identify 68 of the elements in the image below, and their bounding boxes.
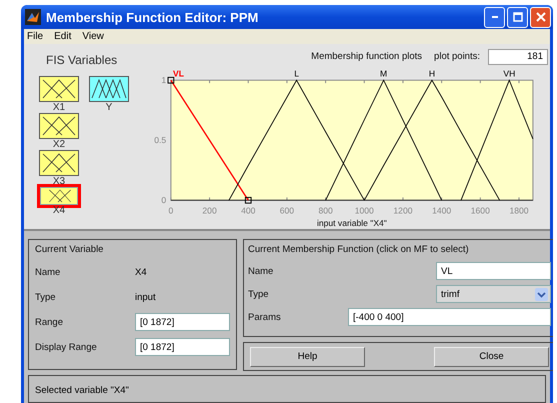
x-tick-label: 1200 <box>393 206 412 216</box>
x-tick-label: 1600 <box>470 206 490 216</box>
variable-type: input <box>135 292 156 302</box>
panel-heading: Current Membership Function (click on MF to select) <box>248 244 470 255</box>
vertex-handle[interactable] <box>168 77 174 84</box>
mf-name-label[interactable]: H <box>428 68 436 79</box>
panel-heading: Current Variable <box>35 244 104 255</box>
variable-button[interactable] <box>89 76 129 102</box>
variable-button[interactable] <box>40 187 78 205</box>
x-tick-label: 800 <box>318 206 333 216</box>
dialog-button[interactable]: Help <box>250 346 365 366</box>
menu-item[interactable]: File <box>27 31 44 42</box>
fis-variables-heading: FIS Variables <box>46 53 118 67</box>
x-tick-label: 1000 <box>354 206 374 216</box>
chart-title: Membership function plots <box>311 51 422 62</box>
plot-points-label: plot points: <box>434 51 480 62</box>
field-label: Params <box>248 312 282 322</box>
params-field[interactable]: [-400 0 400] <box>348 308 551 326</box>
mf-name-label[interactable]: M <box>380 68 388 79</box>
field-label: Name <box>35 266 62 278</box>
mf-name-field[interactable]: VL <box>436 262 551 280</box>
mf-name-label[interactable]: VH <box>503 68 516 79</box>
y-tick-label: 0 <box>161 195 166 206</box>
field-label: Type <box>248 288 270 300</box>
maximize-button[interactable] <box>507 6 528 28</box>
close-button[interactable] <box>530 6 551 28</box>
x-tick-label: 1800 <box>509 206 529 216</box>
dialog-button[interactable]: Close <box>434 346 549 366</box>
variable-button[interactable] <box>39 113 79 139</box>
menu-item[interactable]: Edit <box>54 31 72 42</box>
app-logo-icon <box>25 9 41 26</box>
membership-curve[interactable] <box>460 79 534 201</box>
mf-name-label[interactable]: L <box>294 68 299 79</box>
x-tick-label: 600 <box>280 206 294 216</box>
field-label: Display Range <box>35 342 98 352</box>
vertex-handle[interactable] <box>244 197 252 204</box>
mf-type-dropdown[interactable]: trimf <box>436 285 551 303</box>
variable-button[interactable] <box>39 150 79 176</box>
variable-name: X4 <box>135 266 147 278</box>
variable-label: Y <box>106 102 112 113</box>
menu-item[interactable]: View <box>82 31 104 42</box>
field-label: Type <box>35 292 57 302</box>
variable-label: X1 <box>52 102 66 113</box>
y-tick-label: 1 <box>161 75 166 86</box>
window-title: Membership Function Editor: PPM <box>46 10 260 25</box>
x-tick-label: 400 <box>241 206 256 216</box>
x-axis-label: input variable "X4" <box>316 218 387 228</box>
membership-curve[interactable] <box>325 79 442 201</box>
y-tick-label: 0.5 <box>154 135 166 146</box>
plot-points-field[interactable]: 181 <box>488 48 548 65</box>
range-field[interactable]: [0 1872] <box>135 313 230 331</box>
display-range-field[interactable]: [0 1872] <box>135 338 230 356</box>
maximize-icon <box>512 12 522 22</box>
close-icon <box>536 12 546 22</box>
status-message: Selected variable "X4" <box>35 385 129 396</box>
field-label: Range <box>35 316 64 328</box>
x-tick-label: 200 <box>202 206 217 216</box>
x-tick-label: 0 <box>168 206 174 216</box>
field-label: Name <box>248 266 274 276</box>
variable-button[interactable] <box>39 76 79 102</box>
variable-label: X3 <box>52 176 66 187</box>
x-tick-label: 1400 <box>432 206 452 216</box>
variable-label: X4 <box>52 205 66 216</box>
variable-label: X2 <box>52 139 66 150</box>
minimize-button[interactable] <box>484 6 505 28</box>
membership-curve[interactable] <box>228 80 365 201</box>
minimize-icon <box>492 16 498 18</box>
membership-curve[interactable] <box>364 80 500 201</box>
